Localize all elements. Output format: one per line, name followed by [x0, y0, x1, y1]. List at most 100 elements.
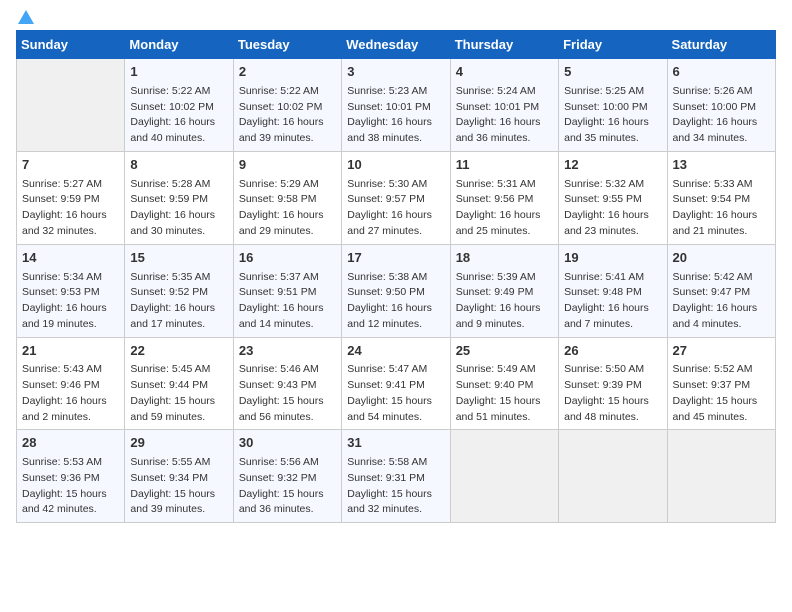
calendar-cell	[667, 430, 775, 523]
day-number: 1	[130, 63, 227, 82]
weekday-header-friday: Friday	[559, 31, 667, 59]
weekday-header-thursday: Thursday	[450, 31, 558, 59]
calendar-cell: 19 Sunrise: 5:41 AM Sunset: 9:48 PM Dayli…	[559, 244, 667, 337]
day-number: 23	[239, 342, 336, 361]
weekday-header-wednesday: Wednesday	[342, 31, 450, 59]
day-info: Sunrise: 5:25 AM Sunset: 10:00 PM Daylig…	[564, 84, 661, 147]
calendar-cell: 14 Sunrise: 5:34 AM Sunset: 9:53 PM Dayli…	[17, 244, 125, 337]
day-number: 3	[347, 63, 444, 82]
day-number: 16	[239, 249, 336, 268]
calendar-cell: 1 Sunrise: 5:22 AM Sunset: 10:02 PM Dayli…	[125, 59, 233, 152]
day-info: Sunrise: 5:35 AM Sunset: 9:52 PM Dayligh…	[130, 270, 227, 333]
calendar-cell: 23Sunrise: 5:46 AM Sunset: 9:43 PM Dayli…	[233, 337, 341, 430]
day-number: 15	[130, 249, 227, 268]
day-number: 17	[347, 249, 444, 268]
day-info: Sunrise: 5:43 AM Sunset: 9:46 PM Dayligh…	[22, 362, 119, 425]
day-info: Sunrise: 5:22 AM Sunset: 10:02 PM Daylig…	[239, 84, 336, 147]
week-row-4: 21Sunrise: 5:43 AM Sunset: 9:46 PM Dayli…	[17, 337, 776, 430]
day-number: 19	[564, 249, 661, 268]
day-info: Sunrise: 5:52 AM Sunset: 9:37 PM Dayligh…	[673, 362, 770, 425]
day-info: Sunrise: 5:56 AM Sunset: 9:32 PM Dayligh…	[239, 455, 336, 518]
calendar-cell: 17 Sunrise: 5:38 AM Sunset: 9:50 PM Dayli…	[342, 244, 450, 337]
day-info: Sunrise: 5:38 AM Sunset: 9:50 PM Dayligh…	[347, 270, 444, 333]
calendar-cell: 12 Sunrise: 5:32 AM Sunset: 9:55 PM Dayli…	[559, 151, 667, 244]
calendar-header: SundayMondayTuesdayWednesdayThursdayFrid…	[17, 31, 776, 59]
calendar-cell: 30 Sunrise: 5:56 AM Sunset: 9:32 PM Dayli…	[233, 430, 341, 523]
calendar-cell: 10Sunrise: 5:30 AM Sunset: 9:57 PM Dayli…	[342, 151, 450, 244]
day-number: 6	[673, 63, 770, 82]
calendar-table: SundayMondayTuesdayWednesdayThursdayFrid…	[16, 30, 776, 523]
calendar-cell	[17, 59, 125, 152]
calendar-cell: 22Sunrise: 5:45 AM Sunset: 9:44 PM Dayli…	[125, 337, 233, 430]
calendar-cell	[559, 430, 667, 523]
day-info: Sunrise: 5:26 AM Sunset: 10:00 PM Daylig…	[673, 84, 770, 147]
day-number: 31	[347, 434, 444, 453]
calendar-cell: 31Sunrise: 5:58 AM Sunset: 9:31 PM Dayli…	[342, 430, 450, 523]
day-info: Sunrise: 5:34 AM Sunset: 9:53 PM Dayligh…	[22, 270, 119, 333]
calendar-cell	[450, 430, 558, 523]
weekday-header-monday: Monday	[125, 31, 233, 59]
calendar-body: 1 Sunrise: 5:22 AM Sunset: 10:02 PM Dayli…	[17, 59, 776, 523]
day-info: Sunrise: 5:37 AM Sunset: 9:51 PM Dayligh…	[239, 270, 336, 333]
day-number: 9	[239, 156, 336, 175]
day-info: Sunrise: 5:45 AM Sunset: 9:44 PM Dayligh…	[130, 362, 227, 425]
calendar-cell: 4 Sunrise: 5:24 AM Sunset: 10:01 PM Dayli…	[450, 59, 558, 152]
calendar-cell: 28Sunrise: 5:53 AM Sunset: 9:36 PM Dayli…	[17, 430, 125, 523]
day-number: 2	[239, 63, 336, 82]
calendar-cell: 26Sunrise: 5:50 AM Sunset: 9:39 PM Dayli…	[559, 337, 667, 430]
day-info: Sunrise: 5:49 AM Sunset: 9:40 PM Dayligh…	[456, 362, 553, 425]
day-info: Sunrise: 5:24 AM Sunset: 10:01 PM Daylig…	[456, 84, 553, 147]
day-number: 14	[22, 249, 119, 268]
day-info: Sunrise: 5:30 AM Sunset: 9:57 PM Dayligh…	[347, 177, 444, 240]
calendar-cell: 21Sunrise: 5:43 AM Sunset: 9:46 PM Dayli…	[17, 337, 125, 430]
day-info: Sunrise: 5:47 AM Sunset: 9:41 PM Dayligh…	[347, 362, 444, 425]
day-number: 13	[673, 156, 770, 175]
day-number: 12	[564, 156, 661, 175]
day-number: 30	[239, 434, 336, 453]
calendar-cell: 11 Sunrise: 5:31 AM Sunset: 9:56 PM Dayli…	[450, 151, 558, 244]
calendar-cell: 24Sunrise: 5:47 AM Sunset: 9:41 PM Dayli…	[342, 337, 450, 430]
weekday-header-tuesday: Tuesday	[233, 31, 341, 59]
day-info: Sunrise: 5:32 AM Sunset: 9:55 PM Dayligh…	[564, 177, 661, 240]
calendar-cell: 3 Sunrise: 5:23 AM Sunset: 10:01 PM Dayli…	[342, 59, 450, 152]
calendar-cell: 18 Sunrise: 5:39 AM Sunset: 9:49 PM Dayli…	[450, 244, 558, 337]
day-number: 8	[130, 156, 227, 175]
calendar-cell: 15 Sunrise: 5:35 AM Sunset: 9:52 PM Dayli…	[125, 244, 233, 337]
day-info: Sunrise: 5:29 AM Sunset: 9:58 PM Dayligh…	[239, 177, 336, 240]
calendar-cell: 20Sunrise: 5:42 AM Sunset: 9:47 PM Dayli…	[667, 244, 775, 337]
day-info: Sunrise: 5:23 AM Sunset: 10:01 PM Daylig…	[347, 84, 444, 147]
day-number: 29	[130, 434, 227, 453]
day-info: Sunrise: 5:53 AM Sunset: 9:36 PM Dayligh…	[22, 455, 119, 518]
calendar-cell: 29 Sunrise: 5:55 AM Sunset: 9:34 PM Dayli…	[125, 430, 233, 523]
calendar-cell: 13Sunrise: 5:33 AM Sunset: 9:54 PM Dayli…	[667, 151, 775, 244]
day-info: Sunrise: 5:31 AM Sunset: 9:56 PM Dayligh…	[456, 177, 553, 240]
day-number: 7	[22, 156, 119, 175]
calendar-cell: 8Sunrise: 5:28 AM Sunset: 9:59 PM Daylig…	[125, 151, 233, 244]
day-number: 18	[456, 249, 553, 268]
day-number: 4	[456, 63, 553, 82]
day-info: Sunrise: 5:50 AM Sunset: 9:39 PM Dayligh…	[564, 362, 661, 425]
logo-triangle-icon	[18, 10, 34, 24]
day-info: Sunrise: 5:55 AM Sunset: 9:34 PM Dayligh…	[130, 455, 227, 518]
day-number: 22	[130, 342, 227, 361]
day-info: Sunrise: 5:46 AM Sunset: 9:43 PM Dayligh…	[239, 362, 336, 425]
day-info: Sunrise: 5:22 AM Sunset: 10:02 PM Daylig…	[130, 84, 227, 147]
logo	[16, 10, 34, 24]
day-info: Sunrise: 5:41 AM Sunset: 9:48 PM Dayligh…	[564, 270, 661, 333]
calendar-cell: 5 Sunrise: 5:25 AM Sunset: 10:00 PM Dayli…	[559, 59, 667, 152]
day-number: 25	[456, 342, 553, 361]
day-number: 26	[564, 342, 661, 361]
day-number: 27	[673, 342, 770, 361]
calendar-cell: 27Sunrise: 5:52 AM Sunset: 9:37 PM Dayli…	[667, 337, 775, 430]
header	[16, 10, 776, 24]
weekday-header-saturday: Saturday	[667, 31, 775, 59]
day-number: 11	[456, 156, 553, 175]
calendar-cell: 25Sunrise: 5:49 AM Sunset: 9:40 PM Dayli…	[450, 337, 558, 430]
day-number: 5	[564, 63, 661, 82]
week-row-3: 14 Sunrise: 5:34 AM Sunset: 9:53 PM Dayli…	[17, 244, 776, 337]
day-info: Sunrise: 5:39 AM Sunset: 9:49 PM Dayligh…	[456, 270, 553, 333]
day-number: 24	[347, 342, 444, 361]
weekday-header-row: SundayMondayTuesdayWednesdayThursdayFrid…	[17, 31, 776, 59]
calendar-cell: 7Sunrise: 5:27 AM Sunset: 9:59 PM Daylig…	[17, 151, 125, 244]
week-row-2: 7Sunrise: 5:27 AM Sunset: 9:59 PM Daylig…	[17, 151, 776, 244]
